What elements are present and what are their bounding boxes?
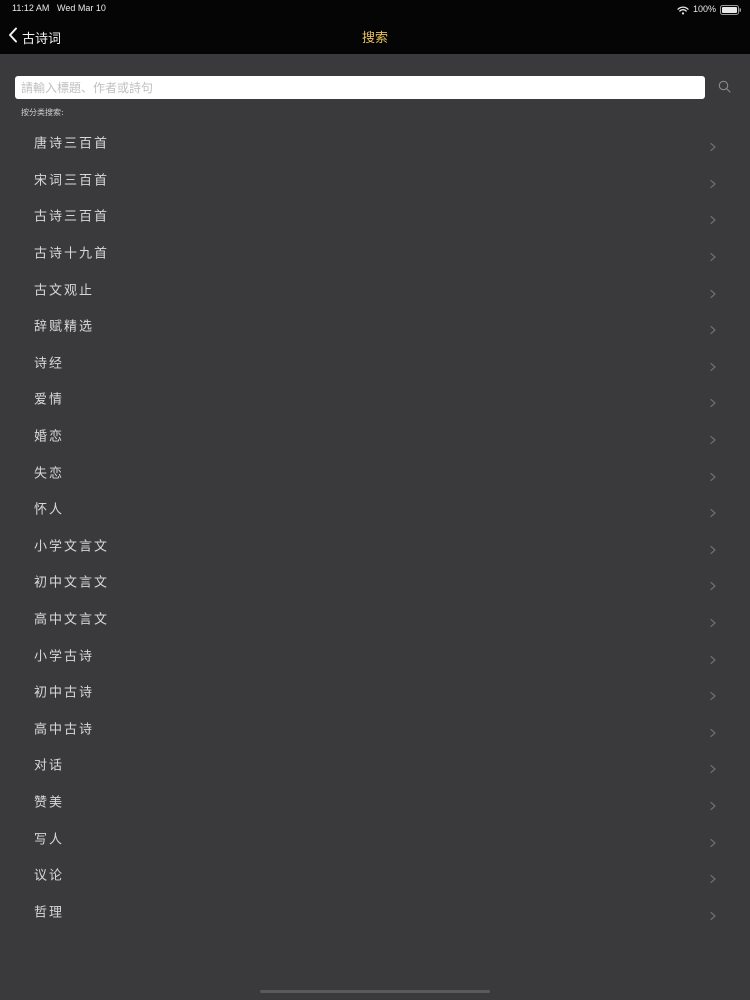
category-item[interactable]: 初中古诗 [0, 673, 750, 710]
category-item[interactable]: 古诗十九首 [0, 234, 750, 271]
chevron-right-icon [709, 576, 717, 591]
category-item-label: 怀人 [34, 502, 65, 518]
category-item-label: 婚恋 [34, 429, 65, 445]
category-list: 唐诗三百首宋词三百首古诗三百首古诗十九首古文观止辞赋精选诗经爱情婚恋失恋怀人小学… [0, 124, 750, 929]
category-item[interactable]: 赞美 [0, 783, 750, 820]
status-date: Wed Mar 10 [57, 3, 106, 13]
page-title: 搜索 [361, 31, 388, 46]
category-item-label: 议论 [34, 868, 65, 884]
search-button[interactable] [715, 78, 733, 96]
category-item[interactable]: 高中古诗 [0, 710, 750, 747]
chevron-right-icon [709, 650, 717, 664]
chevron-right-icon [709, 210, 717, 225]
search-screen: 11:12 AM Wed Mar 10 100% 古诗词 搜索 請輸入標題、作者… [0, 0, 750, 1000]
category-item[interactable]: 哲理 [0, 892, 750, 929]
category-item-label: 哲理 [34, 905, 65, 921]
chevron-right-icon [709, 869, 717, 884]
category-item-label: 爱情 [34, 392, 65, 408]
search-icon [718, 78, 731, 97]
category-item-label: 小学古诗 [34, 649, 95, 665]
category-item-label: 古文观止 [34, 283, 95, 299]
chevron-right-icon [709, 284, 717, 298]
chevron-right-icon [709, 467, 717, 481]
category-item[interactable]: 初中文言文 [0, 563, 750, 600]
chevron-right-icon [709, 796, 717, 811]
category-item-label: 高中古诗 [34, 722, 95, 738]
category-item[interactable]: 写人 [0, 819, 750, 856]
category-item-label: 赞美 [34, 795, 65, 811]
category-item-label: 初中古诗 [34, 685, 95, 701]
category-item[interactable]: 失恋 [0, 453, 750, 490]
chevron-right-icon [709, 613, 717, 628]
category-item-label: 写人 [34, 832, 65, 848]
category-item[interactable]: 爱情 [0, 380, 750, 417]
search-input[interactable] [15, 76, 705, 99]
category-item[interactable]: 对话 [0, 746, 750, 783]
chevron-right-icon [709, 503, 717, 518]
category-item-label: 古诗十九首 [34, 246, 110, 262]
chevron-right-icon [709, 357, 717, 371]
category-item[interactable]: 小学古诗 [0, 636, 750, 673]
category-item-label: 对话 [34, 758, 65, 774]
wifi-icon [677, 0, 689, 19]
chevron-right-icon [709, 833, 717, 847]
category-item-label: 初中文言文 [34, 575, 110, 591]
chevron-right-icon [709, 759, 717, 774]
chevron-right-icon [709, 686, 717, 701]
category-item-label: 高中文言文 [34, 612, 110, 628]
category-item-label: 失恋 [34, 466, 65, 482]
chevron-right-icon [709, 393, 717, 408]
category-item-label: 唐诗三百首 [34, 136, 110, 152]
category-item-label: 诗经 [34, 356, 65, 372]
category-item[interactable]: 婚恋 [0, 417, 750, 454]
category-item-label: 宋词三百首 [34, 173, 110, 189]
category-item[interactable]: 诗经 [0, 344, 750, 381]
battery-icon [720, 0, 742, 19]
category-item-label: 辞赋精选 [34, 319, 95, 335]
navigation-bar: 11:12 AM Wed Mar 10 100% 古诗词 搜索 [0, 0, 750, 54]
chevron-right-icon [709, 430, 717, 445]
chevron-right-icon [709, 320, 717, 335]
status-time: 11:12 AM [12, 3, 50, 13]
category-item[interactable]: 古诗三百首 [0, 197, 750, 234]
search-bar [15, 76, 735, 99]
category-item[interactable]: 唐诗三百首 [0, 124, 750, 161]
battery-percentage: 100% [692, 4, 716, 14]
chevron-right-icon [709, 906, 717, 920]
category-item[interactable]: 高中文言文 [0, 600, 750, 637]
chevron-right-icon [709, 174, 717, 188]
chevron-right-icon [709, 247, 717, 262]
category-item[interactable]: 宋词三百首 [0, 161, 750, 198]
category-item[interactable]: 古文观止 [0, 270, 750, 307]
section-label: 按分类搜索: [21, 108, 64, 117]
chevron-right-icon [709, 137, 717, 152]
category-item[interactable]: 议论 [0, 856, 750, 893]
status-indicators: 100% [677, 2, 742, 16]
category-item-label: 小学文言文 [34, 539, 110, 555]
category-item[interactable]: 辞赋精选 [0, 307, 750, 344]
category-item[interactable]: 小学文言文 [0, 527, 750, 564]
category-item[interactable]: 怀人 [0, 490, 750, 527]
chevron-right-icon [709, 723, 717, 737]
chevron-right-icon [709, 540, 717, 554]
category-item-label: 古诗三百首 [34, 209, 110, 225]
home-indicator [260, 990, 490, 993]
